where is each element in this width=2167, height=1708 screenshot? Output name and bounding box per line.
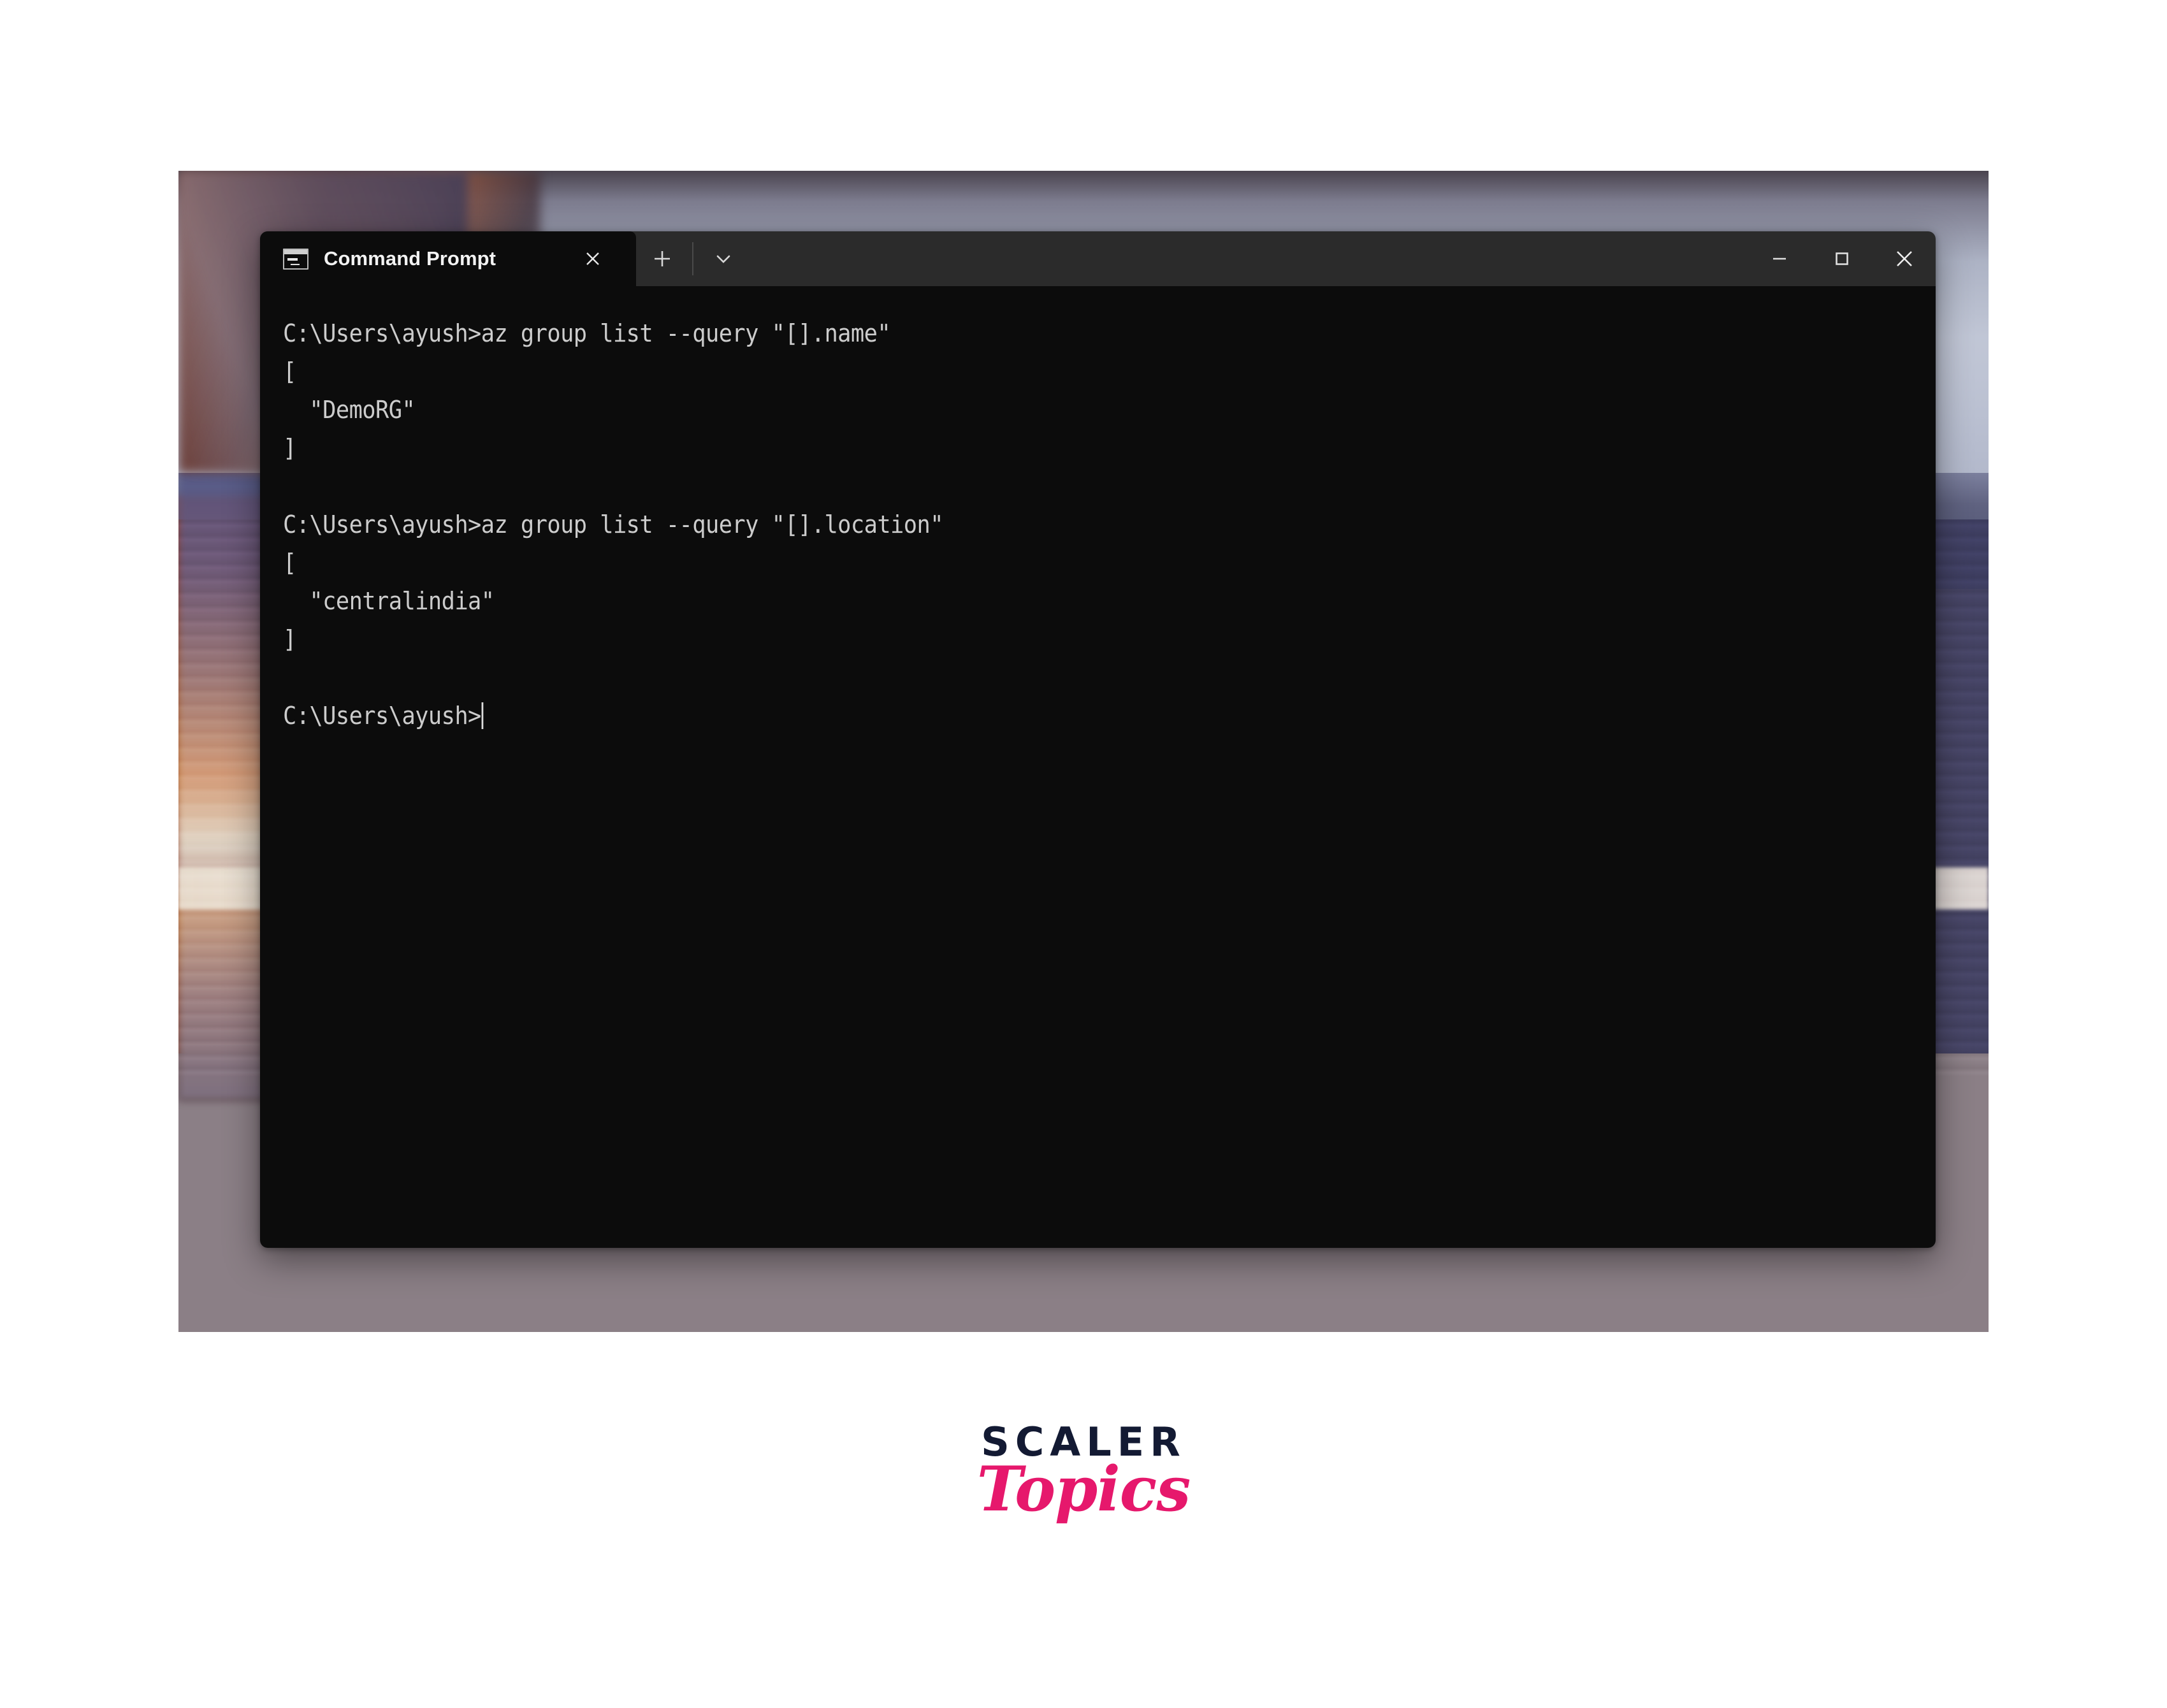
console-window-icon bbox=[283, 248, 308, 270]
text-cursor bbox=[481, 702, 484, 729]
command-prompt-window: Command Prompt C:\Users\ayush>az group l… bbox=[260, 231, 1936, 1248]
terminal-line: "DemoRG" bbox=[283, 396, 416, 424]
terminal-line: C:\Users\ayush>az group list --query "[]… bbox=[283, 510, 943, 539]
terminal-line: [ bbox=[283, 358, 296, 386]
close-tab-button[interactable] bbox=[579, 245, 607, 273]
terminal-line: ] bbox=[283, 625, 296, 653]
maximize-button[interactable] bbox=[1811, 231, 1873, 286]
tabbar-divider bbox=[692, 242, 693, 275]
terminal-line: [ bbox=[283, 549, 296, 577]
terminal-prompt: C:\Users\ayush> bbox=[283, 702, 481, 730]
tab-dropdown-button[interactable] bbox=[697, 231, 750, 286]
terminal-line: C:\Users\ayush>az group list --query "[]… bbox=[283, 319, 891, 347]
minimize-button[interactable] bbox=[1748, 231, 1811, 286]
logo-secondary-text: Topics bbox=[976, 1453, 1191, 1526]
terminal-screen[interactable]: C:\Users\ayush>az group list --query "[]… bbox=[260, 286, 1936, 1248]
new-tab-button[interactable] bbox=[636, 231, 688, 286]
window-controls bbox=[1748, 231, 1936, 286]
terminal-line: "centralindia" bbox=[283, 587, 495, 615]
terminal-tab-bar: Command Prompt bbox=[260, 231, 1936, 286]
scaler-topics-logo: SCALER Topics bbox=[0, 1421, 2167, 1520]
terminal-line: ] bbox=[283, 434, 296, 462]
tab-title: Command Prompt bbox=[324, 247, 496, 270]
close-window-button[interactable] bbox=[1873, 231, 1936, 286]
terminal-prompt-line: C:\Users\ayush> bbox=[283, 697, 1820, 735]
tab-command-prompt[interactable]: Command Prompt bbox=[260, 231, 636, 286]
